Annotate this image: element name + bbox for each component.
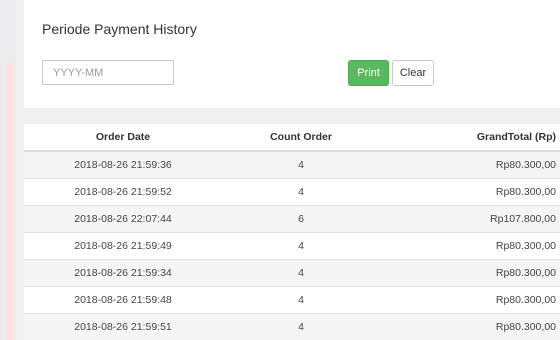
grand-total-cell: Rp80.300,00 [380, 150, 560, 179]
left-panel-accent [6, 62, 14, 340]
count-order-cell: 4 [222, 232, 380, 260]
table-row: 2018-08-26 21:59:36 4 Rp80.300,00 [24, 150, 560, 179]
order-date-cell: 2018-08-26 21:59:34 [24, 259, 222, 287]
clear-button[interactable]: Clear [392, 60, 434, 86]
column-header-grand-total[interactable]: GrandTotal (Rp) [380, 124, 560, 152]
table-row: 2018-08-26 21:59:51 4 Rp80.300,00 [24, 313, 560, 340]
count-order-cell: 4 [222, 313, 380, 340]
grand-total-cell: Rp107.800,00 [380, 205, 560, 233]
order-date-cell: 2018-08-26 21:59:49 [24, 232, 222, 260]
count-order-cell: 6 [222, 205, 380, 233]
table-row: 2018-08-26 21:59:34 4 Rp80.300,00 [24, 259, 560, 287]
grand-total-cell: Rp80.300,00 [380, 178, 560, 206]
order-date-cell: 2018-08-26 21:59:48 [24, 286, 222, 314]
order-date-cell: 2018-08-26 21:59:52 [24, 178, 222, 206]
count-order-cell: 4 [222, 150, 380, 179]
column-header-order-date[interactable]: Order Date [24, 124, 222, 152]
grand-total-cell: Rp80.300,00 [380, 286, 560, 314]
grand-total-cell: Rp80.300,00 [380, 313, 560, 340]
count-order-cell: 4 [222, 178, 380, 206]
table-row: 2018-08-26 21:59:52 4 Rp80.300,00 [24, 178, 560, 206]
payment-history-table: Order Date Count Order GrandTotal (Rp) 2… [24, 124, 560, 340]
column-header-count-order[interactable]: Count Order [222, 124, 380, 152]
order-date-cell: 2018-08-26 21:59:36 [24, 150, 222, 179]
table-header-row: Order Date Count Order GrandTotal (Rp) [24, 124, 560, 152]
count-order-cell: 4 [222, 286, 380, 314]
grand-total-cell: Rp80.300,00 [380, 232, 560, 260]
page-title: Periode Payment History [42, 21, 197, 37]
grand-total-cell: Rp80.300,00 [380, 259, 560, 287]
count-order-cell: 4 [222, 259, 380, 287]
filter-panel: Periode Payment History Print Clear [24, 0, 560, 108]
order-date-cell: 2018-08-26 21:59:51 [24, 313, 222, 340]
table-row: 2018-08-26 22:07:44 6 Rp107.800,00 [24, 205, 560, 233]
table-row: 2018-08-26 21:59:49 4 Rp80.300,00 [24, 232, 560, 260]
period-input[interactable] [42, 60, 174, 85]
payment-history-table-panel: Order Date Count Order GrandTotal (Rp) 2… [24, 124, 560, 340]
table-row: 2018-08-26 21:59:48 4 Rp80.300,00 [24, 286, 560, 314]
order-date-cell: 2018-08-26 22:07:44 [24, 205, 222, 233]
print-button[interactable]: Print [348, 60, 389, 86]
